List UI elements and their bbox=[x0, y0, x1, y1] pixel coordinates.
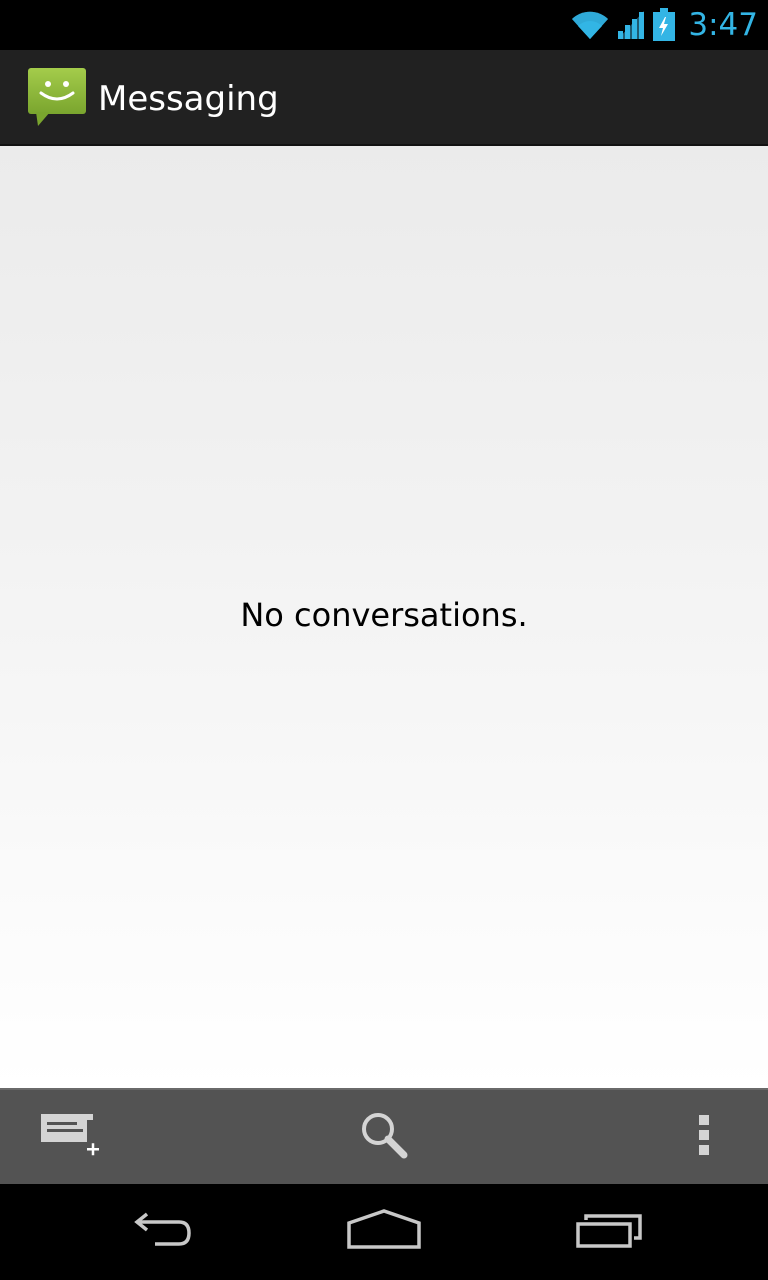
empty-state-message: No conversations. bbox=[240, 596, 528, 634]
search-button[interactable] bbox=[334, 1090, 434, 1184]
messaging-app-icon[interactable] bbox=[26, 66, 88, 128]
app-title: Messaging bbox=[98, 79, 279, 119]
screen: 3:47 Messaging No conversations. bbox=[0, 0, 768, 1280]
recent-apps-icon bbox=[574, 1210, 646, 1254]
bottom-action-bar bbox=[0, 1088, 768, 1184]
home-icon bbox=[346, 1209, 422, 1255]
compose-button[interactable] bbox=[20, 1090, 120, 1184]
status-clock: 3:47 bbox=[688, 7, 758, 43]
overflow-menu-button[interactable] bbox=[664, 1090, 744, 1184]
recent-apps-button[interactable] bbox=[550, 1184, 670, 1280]
back-button[interactable] bbox=[100, 1184, 220, 1280]
back-icon bbox=[125, 1210, 195, 1254]
signal-icon bbox=[616, 9, 646, 41]
compose-new-message-icon bbox=[39, 1110, 101, 1164]
status-bar: 3:47 bbox=[0, 0, 768, 50]
search-icon bbox=[358, 1109, 410, 1165]
status-icons: 3:47 bbox=[570, 0, 758, 50]
navigation-bar bbox=[0, 1184, 768, 1280]
conversation-list: No conversations. bbox=[0, 146, 768, 1088]
battery-charging-icon bbox=[652, 8, 676, 42]
action-bar: Messaging bbox=[0, 50, 768, 146]
wifi-icon bbox=[570, 9, 610, 41]
overflow-menu-icon bbox=[697, 1113, 711, 1161]
home-button[interactable] bbox=[324, 1184, 444, 1280]
